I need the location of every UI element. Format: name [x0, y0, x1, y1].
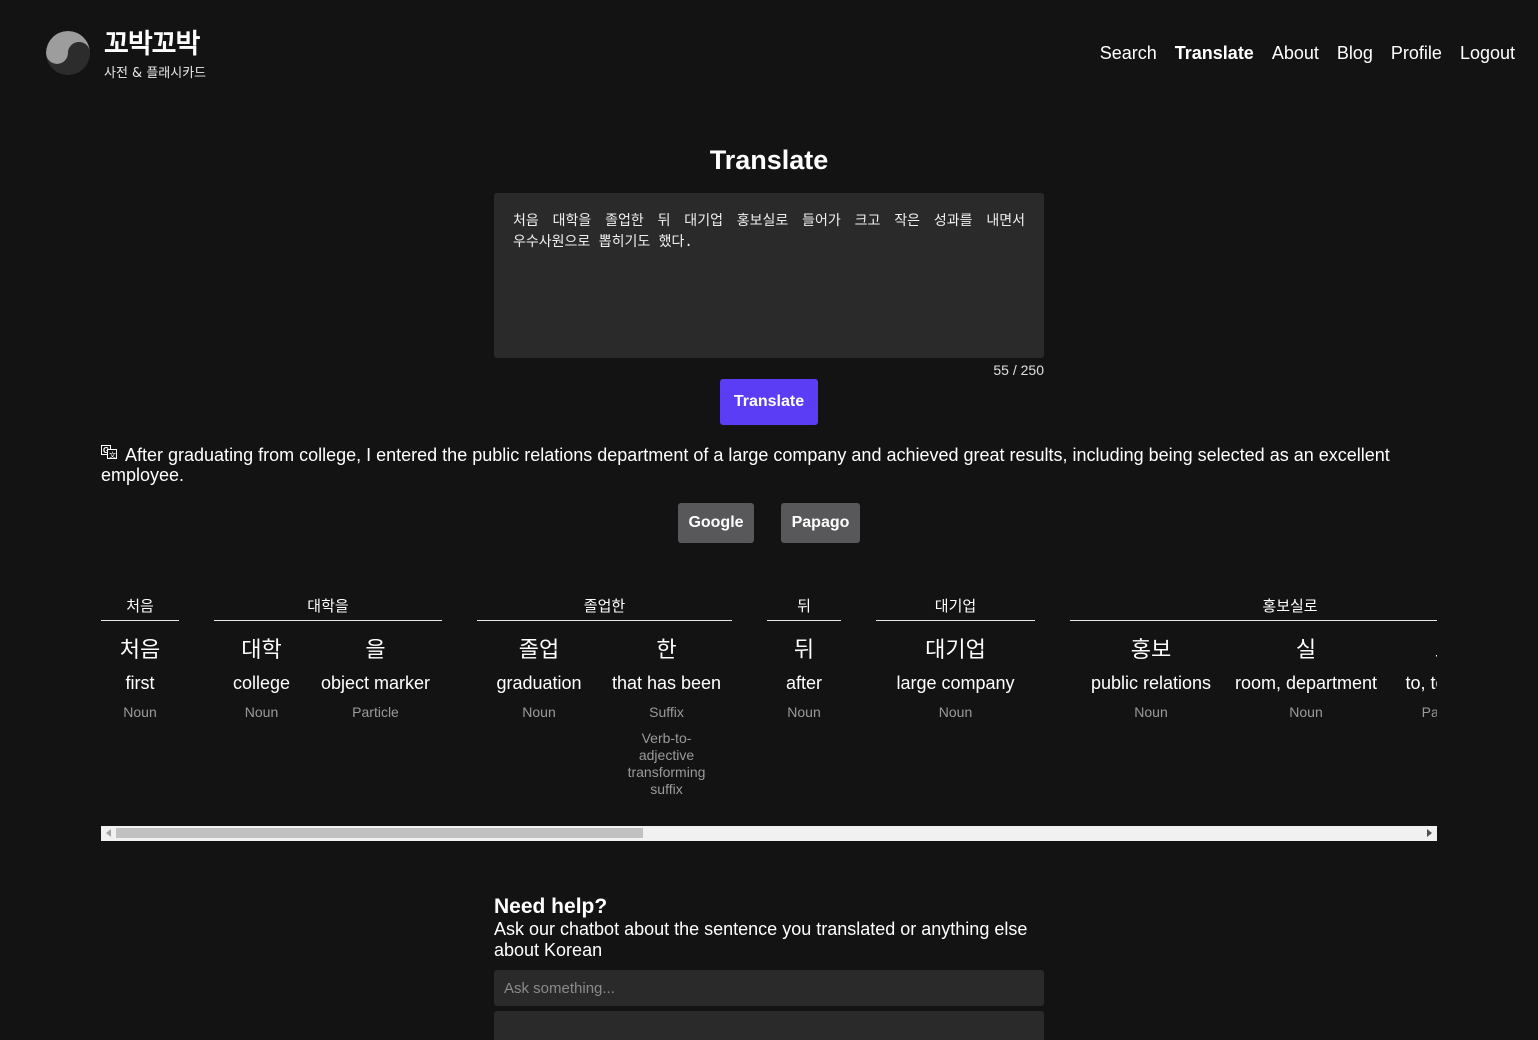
scroll-thumb[interactable]: [116, 828, 643, 838]
morpheme-pos: Noun: [787, 704, 821, 720]
morpheme[interactable]: 졸업 graduation Noun: [477, 636, 601, 798]
papago-button[interactable]: Papago: [781, 503, 860, 543]
morpheme-korean: 을: [365, 638, 386, 663]
page-title: Translate: [709, 145, 829, 175]
morpheme-description: Verb-to-adjective transforming suffix: [627, 730, 706, 797]
word-heading: 대학을: [214, 596, 442, 621]
korean-text-input[interactable]: 처음 대학을 졸업한 뒤 대기업 홍보실로 들어가 크고 작은 성과를 내면서 …: [494, 193, 1044, 358]
scroll-left-arrow-icon[interactable]: [106, 829, 111, 837]
morpheme[interactable]: 뒤 after Noun: [767, 636, 841, 721]
word-heading: 뒤: [767, 596, 841, 621]
word-breakdown[interactable]: 처음 처음 first Noun 대학을 대학 college Noun 을 object mar…: [101, 596, 1437, 822]
morpheme-korean: 대학: [241, 638, 282, 663]
morpheme-korean: 처음: [119, 638, 161, 663]
word-group[interactable]: 처음 처음 first Noun: [101, 596, 179, 721]
morpheme-pos: Noun: [244, 704, 279, 720]
morpheme-korean: 한: [656, 638, 677, 663]
morpheme-english: object marker: [320, 673, 431, 693]
word-heading: 홍보실로: [1070, 596, 1437, 621]
word-list: 처음 처음 first Noun 대학을 대학 college Noun 을 object mar…: [101, 596, 1437, 822]
morpheme-pos: Particle: [352, 704, 399, 720]
google-button[interactable]: Google: [678, 503, 754, 543]
morpheme-korean: 대기업: [925, 638, 986, 663]
nav-logout[interactable]: Logout: [1460, 42, 1515, 64]
word-group[interactable]: 뒤 뒤 after Noun: [767, 596, 841, 721]
word-group[interactable]: 대기업 대기업 large company Noun: [876, 596, 1035, 721]
morpheme-english: room, department: [1234, 673, 1378, 693]
nav-blog[interactable]: Blog: [1337, 42, 1373, 64]
morpheme-pos: Noun: [1134, 704, 1168, 720]
morpheme[interactable]: 로 to, toward Particle: [1380, 636, 1437, 721]
morpheme-english: that has been: [611, 673, 722, 693]
main-nav: Search Translate About Blog Profile Logo…: [1082, 42, 1515, 64]
chatbot-input[interactable]: [494, 970, 1044, 1006]
morpheme[interactable]: 대학 college Noun: [214, 636, 309, 721]
logo[interactable]: 꼬박꼬박 사전 & 플래시카드: [46, 30, 206, 82]
nav-about[interactable]: About: [1272, 42, 1319, 64]
morpheme-korean: 뒤: [793, 638, 815, 663]
morpheme[interactable]: 실 room, department Noun: [1232, 636, 1380, 721]
morpheme[interactable]: 대기업 large company Noun: [876, 636, 1035, 721]
morpheme-english: after: [785, 673, 823, 693]
morpheme-pos: Noun: [123, 704, 157, 720]
morpheme-english: first: [125, 673, 155, 693]
morpheme-english: large company: [896, 673, 1015, 693]
word-heading: 대기업: [876, 596, 1035, 621]
morpheme-korean: 홍보: [1130, 638, 1172, 663]
nav-profile[interactable]: Profile: [1391, 42, 1442, 64]
translation-text: After graduating from college, I entered…: [101, 445, 1390, 485]
morpheme-english: graduation: [496, 673, 582, 693]
morpheme[interactable]: 홍보 public relations Noun: [1070, 636, 1232, 721]
morpheme-korean: 로: [1380, 636, 1437, 666]
morpheme-pos: Particle: [1421, 704, 1437, 720]
translation-result: G 文 After graduating from college, I ent…: [101, 444, 1391, 485]
morpheme-english: public relations: [1090, 673, 1212, 693]
morpheme-korean: 졸업: [518, 638, 560, 663]
nav-search[interactable]: Search: [1100, 42, 1157, 64]
translate-icon: G 文: [101, 444, 117, 464]
morpheme-korean: 실: [1295, 638, 1317, 663]
word-heading: 졸업한: [477, 596, 732, 621]
morpheme-pos: Noun: [522, 704, 556, 720]
breakdown-scrollbar[interactable]: [101, 826, 1437, 841]
word-heading: 처음: [101, 596, 179, 621]
logo-taegeuk-icon: [46, 31, 90, 75]
morpheme-pos: Suffix: [649, 704, 684, 720]
character-counter: 55 / 250: [993, 362, 1044, 378]
help-title: Need help?: [494, 895, 608, 918]
morpheme[interactable]: 한 that has been Suffix Verb-to-adjective tr…: [601, 636, 732, 798]
morpheme-english: to, toward: [1405, 673, 1437, 693]
word-group[interactable]: 졸업한 졸업 graduation Noun 한 that has been Suffix V…: [477, 596, 732, 798]
nav-translate[interactable]: Translate: [1175, 42, 1254, 64]
morpheme-pos: Noun: [938, 704, 973, 720]
morpheme-english: college: [232, 673, 291, 693]
morpheme-pos: Noun: [1289, 704, 1323, 720]
morpheme[interactable]: 처음 first Noun: [101, 636, 179, 721]
word-group[interactable]: 대학을 대학 college Noun 을 object marker Particle: [214, 596, 442, 721]
svg-text:文: 文: [109, 451, 116, 460]
brand-title: 꼬박꼬박: [104, 29, 200, 60]
morpheme[interactable]: 을 object marker Particle: [309, 636, 442, 721]
word-group[interactable]: 홍보실로 홍보 public relations Noun 실 room, departm…: [1070, 596, 1437, 721]
chat-area: [494, 1011, 1044, 1040]
brand-subtitle: 사전 & 플래시카드: [104, 66, 207, 81]
translate-button[interactable]: Translate: [720, 379, 818, 425]
scroll-right-arrow-icon[interactable]: [1427, 829, 1432, 837]
help-description: Ask our chatbot about the sentence you t…: [494, 919, 1028, 960]
